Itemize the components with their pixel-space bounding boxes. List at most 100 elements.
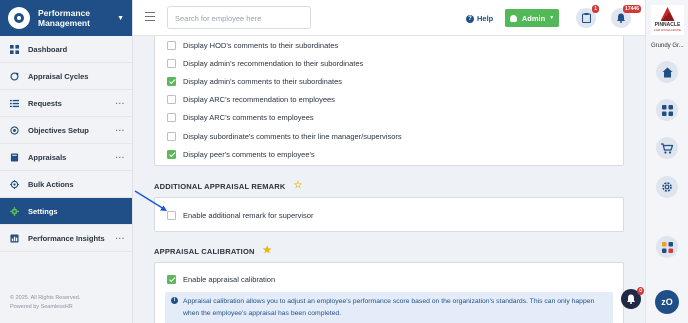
sidebar-item-label: Requests [28,98,62,108]
sidebar-item-label: Bulk Actions [28,179,74,189]
section-title-text: ADDITIONAL APPRAISAL REMARK [154,181,286,191]
brand-tagline: FOR EXCELLENCE [653,28,681,32]
section-title-calibration: APPRAISAL CALIBRATION ★ [154,246,272,256]
clipboard-badge: 1 [592,5,599,13]
powered-by-text: Powered by SeamlessHR [10,304,73,310]
sidebar-item-label: Settings [28,206,58,216]
menu-icon[interactable] [145,12,155,21]
annotation-arrow-icon [134,190,167,211]
star-filled-icon[interactable]: ★ [263,246,272,256]
sidebar-item-appraisals[interactable]: Appraisals ··· [0,144,132,171]
setting-option-row[interactable]: Display subordinate's comments to their … [155,127,623,145]
option-label: Display subordinate's comments to their … [183,131,402,141]
clipboard-button[interactable]: 1 [576,5,599,28]
help-icon: ? [466,14,474,23]
section-title-additional-remark: ADDITIONAL APPRAISAL REMARK ☆ [154,181,303,191]
right-rail: PINNACLE FOR EXCELLENCE Grundy Gr... zO [645,0,688,323]
app-brand[interactable]: Performance Management ▼ [0,0,132,36]
sidebar-item-dashboard[interactable]: Dashboard [0,36,132,63]
more-icon[interactable]: ··· [116,234,126,243]
option-label: Enable additional remark for supervisor [183,210,314,220]
more-icon[interactable]: ··· [116,153,126,162]
bell-icon [627,294,635,304]
info-callout: i Appraisal calibration allows you to ad… [165,292,613,323]
checkbox[interactable] [167,131,176,141]
home-button[interactable] [656,61,678,83]
sidebar-item-appraisal-cycles[interactable]: Appraisal Cycles [0,63,132,90]
checkbox-checked[interactable] [167,149,176,159]
option-label: Enable appraisal calibration [183,274,276,284]
app-title: Performance Management [38,8,117,28]
settings-content: Display HOD's comments to their subordin… [133,36,645,323]
setting-option-row[interactable]: Display HOD's comments to their subordin… [155,36,623,54]
sidebar-item-label: Performance Insights [28,233,105,243]
floating-notifications-button[interactable]: 0 [621,287,644,309]
sidebar-item-bulk-actions[interactable]: Bulk Actions [0,171,132,198]
company-logo[interactable]: PINNACLE FOR EXCELLENCE [651,5,684,35]
admin-label: Admin [521,13,546,23]
dashboard-icon [10,44,19,54]
cycle-icon [10,71,19,81]
sidebar-item-label: Appraisal Cycles [28,71,89,81]
crosshair-icon [10,179,19,189]
sidebar-item-label: Appraisals [28,152,67,162]
apps-button[interactable] [656,99,678,121]
chevron-down-icon: ▼ [549,15,555,21]
checkbox[interactable] [167,40,176,50]
sidebar-item-label: Dashboard [28,44,68,54]
star-outline-icon[interactable]: ☆ [294,181,303,191]
cart-icon [661,142,673,154]
notifications-badge: 17446 [623,5,641,13]
setting-option-row[interactable]: Display ARC's comments to employees [155,109,623,127]
app-title-line2: Management [38,18,90,28]
grid-icon [661,104,673,116]
setting-option-row[interactable]: Enable appraisal calibration [155,270,623,288]
clipboard-icon [581,13,591,23]
admin-role-dropdown[interactable]: Admin ▼ [505,9,559,27]
setting-option-row[interactable]: Display peer's comments to employee's [155,145,623,163]
setting-option-row[interactable]: Display ARC's recommendation to employee… [155,91,623,109]
info-text: Appraisal calibration allows you to adju… [183,298,595,318]
sidebar-item-requests[interactable]: Requests ··· [0,90,132,117]
user-icon [509,14,517,22]
home-icon [662,67,672,77]
more-icon[interactable]: ··· [116,126,126,135]
sidebar-item-settings[interactable]: Settings [0,198,132,225]
calibration-card: Enable appraisal calibration i Appraisal… [154,262,624,323]
search-input[interactable]: Search for employee here [167,6,311,29]
setting-option-row[interactable]: Display admin's comments to their subord… [155,72,623,90]
chevron-down-icon[interactable]: ▼ [117,15,124,22]
option-label: Display ARC's recommendation to employee… [183,95,335,105]
more-icon[interactable]: ··· [116,99,126,108]
notifications-button[interactable]: 17446 [611,5,641,28]
sidebar-item-label: Objectives Setup [28,125,89,135]
sidebar-item-performance-insights[interactable]: Performance Insights ··· [0,225,132,252]
chart-icon [10,233,19,243]
setting-option-row[interactable]: Enable additional remark for supervisor [155,206,623,224]
additional-remark-card: Enable additional remark for supervisor [154,197,624,232]
checkbox-checked[interactable] [167,274,176,284]
option-label: Display peer's comments to employee's [183,149,315,159]
cart-button[interactable] [656,137,678,159]
gear-icon [10,206,19,216]
avatar[interactable]: zO [655,290,679,314]
comments-settings-card: Display HOD's comments to their subordin… [154,36,624,166]
sidebar-item-objectives-setup[interactable]: Objectives Setup ··· [0,117,132,144]
floating-bell-badge: 0 [637,287,644,295]
checkbox[interactable] [167,58,176,68]
widgets-icon [661,241,673,253]
gear-icon [662,182,672,192]
checkbox[interactable] [167,95,176,105]
setting-option-row[interactable]: Display admin's recommendation to their … [155,54,623,72]
sidebar: Performance Management ▼ Dashboard Appra… [0,0,133,323]
settings-button[interactable] [656,176,678,198]
sidebar-footer: © 2025. All Rights Reserved. Powered by … [10,294,80,312]
top-bar: Search for employee here ? Help Admin ▼ … [133,0,645,36]
list-icon [10,99,19,107]
copyright-text: © 2025. All Rights Reserved. [10,295,81,301]
widgets-button[interactable] [656,236,678,258]
help-link[interactable]: ? Help [466,14,493,23]
checkbox-checked[interactable] [167,76,176,86]
checkbox[interactable] [167,113,176,123]
company-name: Grundy Gr... [651,43,684,49]
